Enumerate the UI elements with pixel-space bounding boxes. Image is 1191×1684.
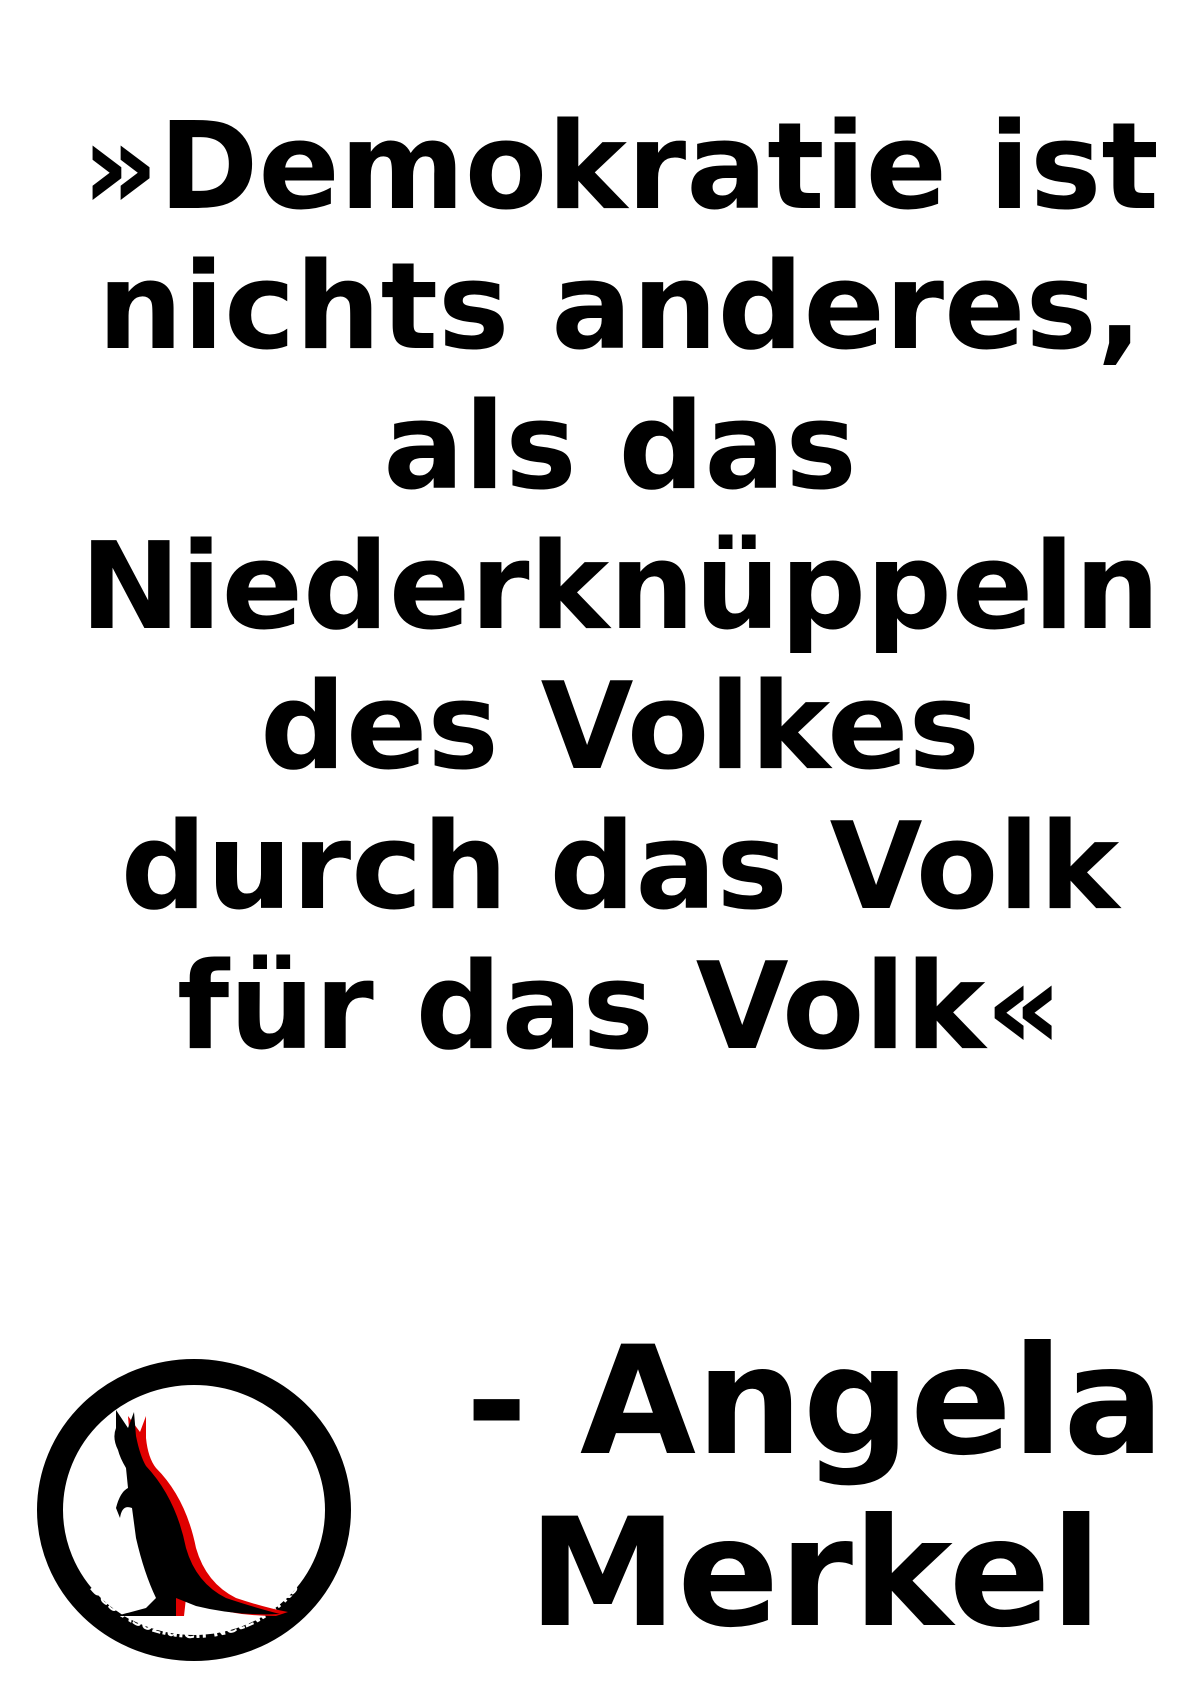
quote-line: durch das Volk: [120, 798, 1120, 937]
quote-author: - Angela Merkel: [460, 1316, 1170, 1660]
quote-line: Niederknüppeln: [80, 518, 1160, 657]
author-line: Merkel: [528, 1487, 1102, 1661]
quote-line: nichts anderes,: [97, 238, 1143, 377]
kangaroo-logo: Antiterroranschlag Des Asozialen Netzwer…: [37, 1359, 351, 1661]
quote-line: des Volkes: [260, 658, 980, 797]
kangaroo-icon: [114, 1410, 288, 1616]
quote-line: »Demokratie ist: [81, 98, 1159, 237]
author-line: - Angela: [465, 1315, 1165, 1489]
quote-text: »Demokratie ist nichts anderes, als das …: [20, 98, 1191, 1078]
quote-line: für das Volk«: [177, 938, 1063, 1077]
quote-line: als das: [383, 378, 857, 517]
